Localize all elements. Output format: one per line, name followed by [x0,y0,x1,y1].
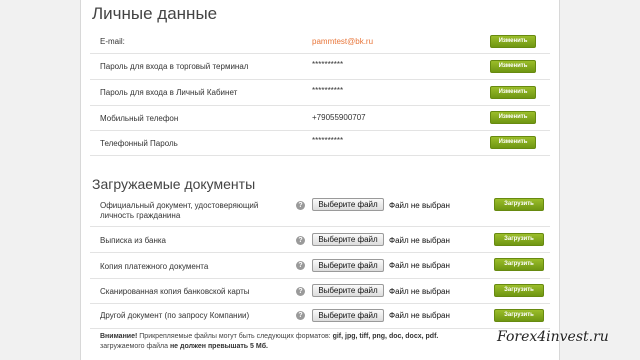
choose-file-button[interactable]: Выберите файл [312,309,384,322]
choose-file-button[interactable]: Выберите файл [312,233,384,246]
choose-file-button[interactable]: Выберите файл [312,284,384,297]
edit-cabinet-password-button[interactable]: Изменить [490,86,536,99]
email-value: pammtest@bk.ru [312,37,374,46]
card-scan-label: Сканированная копия банковской карты [100,287,250,296]
notice-line2: загружаемого файла [100,343,170,350]
upload-notice: Внимание! Прикрепляемые файлы могут быть… [100,332,540,352]
personal-row-phone-password: Телефонный Пароль ********** Изменить [90,131,550,156]
help-icon[interactable]: ? [296,201,305,210]
documents-heading: Загружаемые документы [92,176,256,192]
payment-copy-label: Копия платежного документа [100,262,209,271]
right-page-margin [559,0,640,360]
document-row-payment-copy: Копия платежного документа ? Выберите фа… [90,253,550,279]
cabinet-password-value: ********** [312,86,344,95]
watermark: Forex4invest.ru [497,329,609,345]
edit-email-button[interactable]: Изменить [490,35,536,48]
document-row-identity: Официальный документ, удостоверяющий лич… [90,195,550,227]
personal-row-mobile-phone: Мобильный телефон +79055900707 Изменить [90,106,550,131]
notice-size-limit: не должен превышать 5 Мб. [169,343,268,350]
terminal-password-label: Пароль для входа в торговый терминал [100,62,249,71]
document-row-other: Другой документ (по запросу Компании) ? … [90,304,550,329]
profile-content: Личные данные E-mail: pammtest@bk.ru Изм… [90,0,550,360]
edit-terminal-password-button[interactable]: Изменить [490,60,536,73]
help-icon[interactable]: ? [296,287,305,296]
upload-button[interactable]: Загрузить [494,258,544,271]
notice-warning: Внимание! [100,333,138,340]
file-status-text: Файл не выбран [389,287,450,296]
document-row-card-scan: Сканированная копия банковской карты ? В… [90,279,550,304]
edit-phone-password-button[interactable]: Изменить [490,136,536,149]
upload-button[interactable]: Загрузить [494,233,544,246]
terminal-password-value: ********** [312,60,344,69]
edit-mobile-phone-button[interactable]: Изменить [490,111,536,124]
notice-formats: gif, jpg, tiff, png, doc, docx, pdf. [332,333,439,340]
identity-document-label: Официальный документ, удостоверяющий лич… [100,201,259,220]
file-status-text: Файл не выбран [389,261,450,270]
upload-button[interactable]: Загрузить [494,284,544,297]
mobile-phone-value: +79055900707 [312,113,366,122]
help-icon[interactable]: ? [296,261,305,270]
choose-file-button[interactable]: Выберите файл [312,259,384,272]
bank-statement-label: Выписка из банка [100,236,166,245]
file-status-text: Файл не выбран [389,236,450,245]
file-status-text: Файл не выбран [389,201,450,210]
email-label: E-mail: [100,37,125,46]
phone-password-label: Телефонный Пароль [100,139,178,148]
help-icon[interactable]: ? [296,311,305,320]
upload-button[interactable]: Загрузить [494,198,544,211]
upload-button[interactable]: Загрузить [494,309,544,322]
personal-row-email: E-mail: pammtest@bk.ru Изменить [90,30,550,54]
mobile-phone-label: Мобильный телефон [100,114,179,123]
phone-password-value: ********** [312,136,344,145]
choose-file-button[interactable]: Выберите файл [312,198,384,211]
cabinet-password-label: Пароль для входа в Личный Кабинет [100,88,238,97]
file-status-text: Файл не выбран [389,311,450,320]
personal-data-heading: Личные данные [92,4,218,23]
personal-row-terminal-password: Пароль для входа в торговый терминал ***… [90,54,550,80]
left-page-margin [0,0,81,360]
document-row-bank-statement: Выписка из банка ? Выберите файл Файл не… [90,227,550,253]
help-icon[interactable]: ? [296,236,305,245]
notice-text: Прикрепляемые файлы могут быть следующих… [137,333,333,340]
other-document-label: Другой документ (по запросу Компании) [100,311,250,320]
personal-row-cabinet-password: Пароль для входа в Личный Кабинет ******… [90,80,550,106]
